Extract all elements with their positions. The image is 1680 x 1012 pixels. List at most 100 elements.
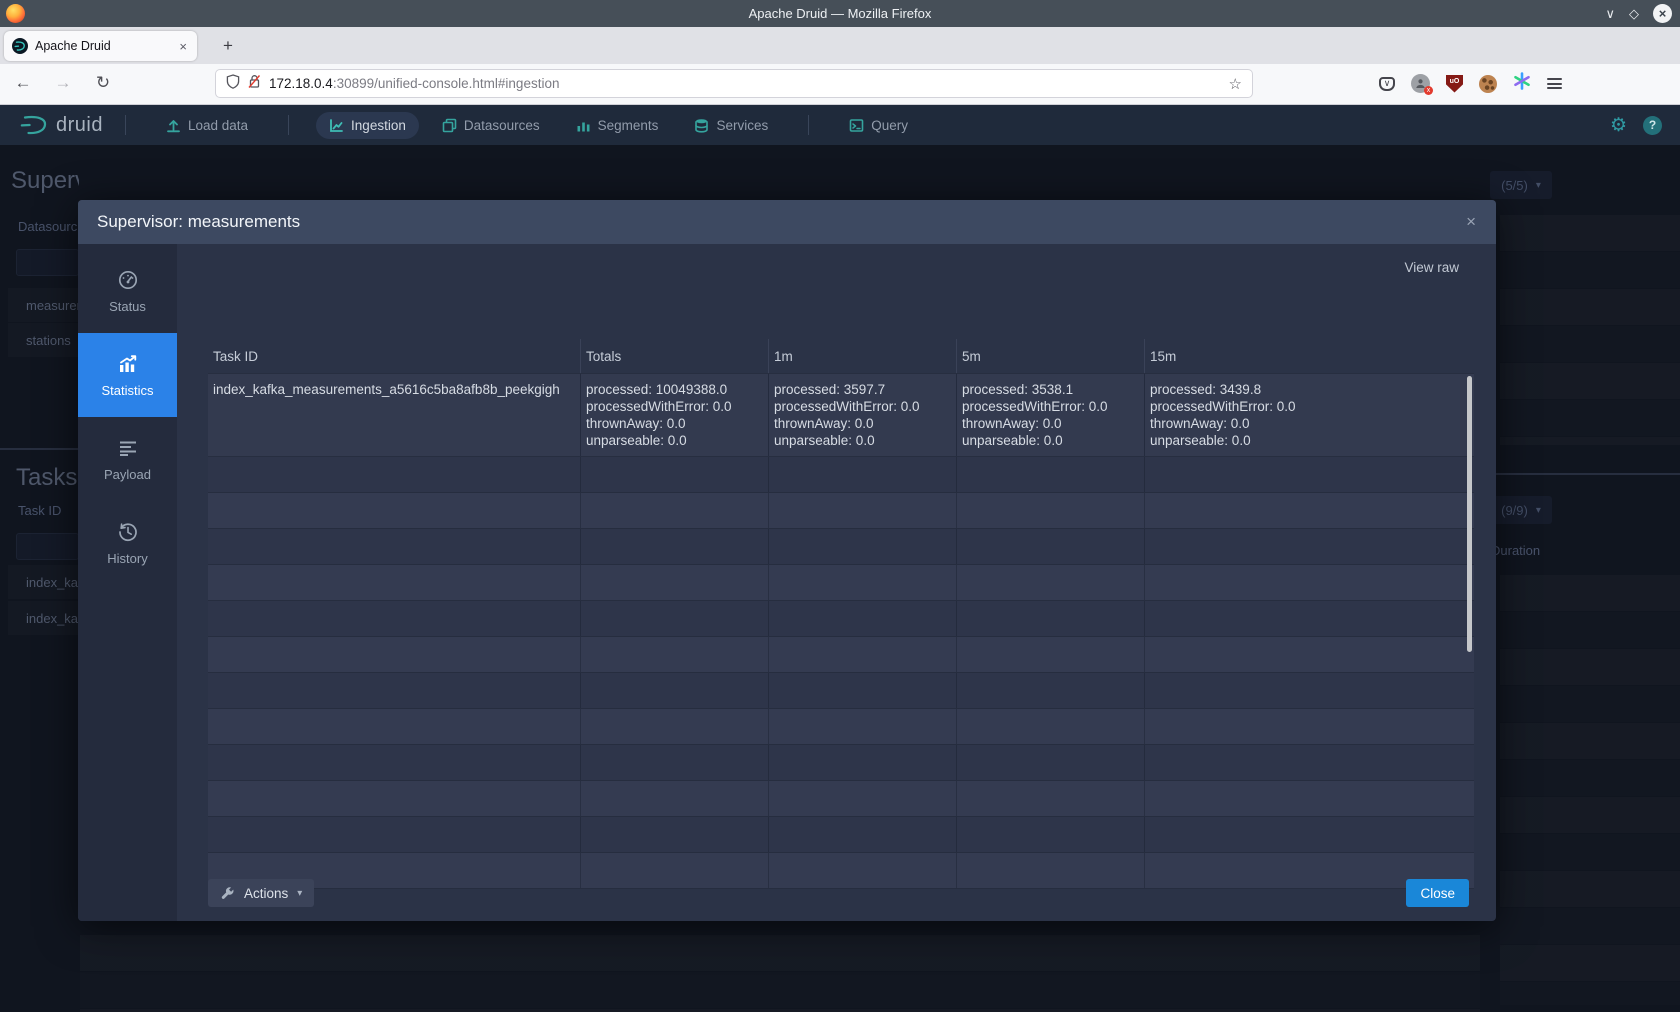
stats-table-empty-cell (957, 817, 1145, 852)
url-bar[interactable]: 172.18.0.4:30899/unified-console.html#in… (216, 70, 1252, 97)
stats-table-empty-cell (1145, 781, 1474, 816)
tab-status[interactable]: Status (78, 249, 177, 333)
column-header-totals[interactable]: Totals (581, 339, 769, 373)
tab-close-button[interactable]: × (177, 39, 189, 54)
shield-icon[interactable] (226, 74, 240, 94)
window-minimize-button[interactable]: ∨ (1605, 6, 1615, 22)
column-header-15m[interactable]: 15m (1145, 339, 1474, 373)
stats-table-empty-cell (581, 817, 769, 852)
close-label: Close (1420, 886, 1455, 901)
datasource-filter-input[interactable] (16, 249, 79, 276)
nav-divider (288, 115, 289, 135)
menu-icon[interactable] (1547, 78, 1562, 89)
stats-table-empty-cell (957, 709, 1145, 744)
view-raw-link[interactable]: View raw (1404, 260, 1459, 275)
stats-table-empty-cell (581, 673, 769, 708)
nav-item-services[interactable]: Services (681, 112, 781, 139)
nav-item-datasources[interactable]: Datasources (429, 112, 553, 139)
stats-table-empty-cell (769, 457, 957, 492)
nav-item-query[interactable]: Query (836, 112, 921, 139)
stats-table-empty-cell (957, 781, 1145, 816)
stats-table-empty-cell (957, 601, 1145, 636)
stats-table-empty-cell (208, 493, 581, 528)
nav-item-label: Datasources (464, 118, 540, 133)
stats-table-empty-cell (957, 637, 1145, 672)
column-header-1m[interactable]: 1m (769, 339, 957, 373)
stats-table-empty-cell (581, 745, 769, 780)
stats-table-empty-cell (208, 457, 581, 492)
dialog-close-icon[interactable]: × (1466, 212, 1476, 232)
services-icon (694, 118, 709, 133)
window-close-button[interactable]: × (1653, 4, 1672, 23)
ublock-shield-icon[interactable]: uO (1446, 75, 1463, 93)
stats-table-empty-cell (957, 493, 1145, 528)
extension-account-icon[interactable]: x (1411, 74, 1430, 93)
stats-table-empty-row (208, 601, 1474, 637)
stats-table-empty-rows (208, 457, 1474, 889)
back-button[interactable]: ← (10, 70, 36, 96)
upload-icon (166, 118, 181, 133)
reload-button[interactable]: ↻ (90, 70, 116, 96)
dialog-footer: Actions ▾ Close (208, 879, 1469, 907)
url-text[interactable]: 172.18.0.4:30899/unified-console.html#in… (269, 76, 1221, 91)
druid-favicon-icon (12, 38, 28, 54)
supervisors-count-button[interactable]: (5/5) ▾ (1490, 171, 1552, 199)
stats-table-empty-row (208, 493, 1474, 529)
nav-item-segments[interactable]: Segments (563, 112, 672, 139)
task-id-filter-input[interactable] (16, 533, 79, 560)
tasks-count-button[interactable]: (9/9) ▾ (1490, 496, 1552, 524)
druid-logo[interactable]: druid (20, 113, 103, 137)
forward-button[interactable]: → (50, 70, 76, 96)
cell-task-id: index_kafka_measurements_a5616c5ba8afb8b… (208, 374, 581, 456)
stats-table-empty-row (208, 745, 1474, 781)
settings-gear-icon[interactable]: ⚙ (1610, 114, 1627, 137)
align-left-icon (117, 437, 139, 459)
extension-asterisk-icon[interactable] (1513, 72, 1531, 95)
stats-table-empty-cell (769, 709, 957, 744)
supervisor-row[interactable]: measurem (8, 288, 79, 322)
tab-statistics[interactable]: Statistics (78, 333, 177, 417)
stats-table-empty-cell (208, 709, 581, 744)
tab-label: History (107, 551, 147, 566)
tab-payload[interactable]: Payload (78, 417, 177, 501)
stats-table-empty-cell (769, 529, 957, 564)
close-button[interactable]: Close (1406, 879, 1469, 907)
cell-totals: processed: 10049388.0 processedWithError… (581, 374, 769, 456)
tab-label: Statistics (101, 383, 153, 398)
url-host: 172.18.0.4 (269, 76, 333, 91)
stats-table-row[interactable]: index_kafka_measurements_a5616c5ba8afb8b… (208, 373, 1474, 457)
actions-button[interactable]: Actions ▾ (208, 879, 314, 907)
dialog-side-tabs: Status Statistics Payload History (78, 244, 177, 921)
tab-history[interactable]: History (78, 501, 177, 585)
history-clock-icon (117, 521, 139, 543)
stats-table-empty-cell (1145, 565, 1474, 600)
column-header-task-id[interactable]: Task ID (208, 339, 581, 373)
help-icon[interactable]: ? (1643, 116, 1662, 135)
task-row[interactable]: index_kafk (8, 565, 79, 599)
insecure-lock-icon[interactable] (248, 74, 261, 94)
stats-table-empty-cell (208, 781, 581, 816)
supervisors-count: (5/5) (1501, 178, 1528, 193)
new-tab-button[interactable]: + (214, 31, 242, 61)
background-table-stripes (1500, 575, 1680, 1005)
nav-item-load-data[interactable]: Load data (153, 112, 261, 139)
stats-table-empty-cell (769, 637, 957, 672)
nav-item-label: Query (871, 118, 908, 133)
window-maximize-button[interactable]: ◇ (1629, 6, 1639, 22)
stats-table-empty-cell (1145, 601, 1474, 636)
bookmark-star-icon[interactable]: ☆ (1229, 75, 1242, 93)
column-header-5m[interactable]: 5m (957, 339, 1145, 373)
task-row[interactable]: index_kafk (8, 601, 79, 635)
stats-table-empty-cell (957, 457, 1145, 492)
browser-tab[interactable]: Apache Druid × (4, 31, 197, 61)
segments-icon (576, 118, 591, 133)
tab-title: Apache Druid (35, 39, 170, 53)
table-scrollbar[interactable] (1467, 376, 1472, 652)
nav-item-label: Segments (598, 118, 659, 133)
pocket-icon[interactable]: ∨ (1379, 77, 1395, 91)
nav-item-ingestion[interactable]: Ingestion (316, 112, 419, 139)
supervisor-row[interactable]: stations (8, 323, 79, 357)
stats-table-empty-row (208, 817, 1474, 853)
cookie-icon[interactable] (1479, 75, 1497, 93)
stats-table-empty-cell (581, 637, 769, 672)
